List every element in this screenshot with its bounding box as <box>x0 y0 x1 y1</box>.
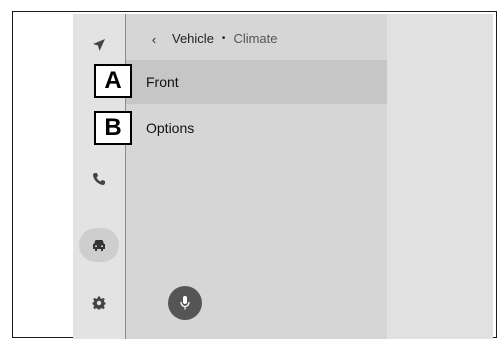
menu-item-options[interactable]: Options <box>126 106 387 150</box>
back-button[interactable]: ‹ <box>144 29 164 49</box>
infotainment-screen: ‹ Vehicle • Climate Front Options <box>73 14 493 339</box>
sidebar <box>73 14 126 339</box>
menu-item-front[interactable]: Front <box>126 60 387 104</box>
menu-item-label: Front <box>146 74 179 90</box>
breadcrumb: Vehicle • Climate <box>172 31 278 46</box>
phone-button[interactable] <box>79 162 119 196</box>
settings-button[interactable] <box>79 286 119 320</box>
right-panel <box>387 14 493 339</box>
phone-icon <box>93 173 105 185</box>
main-panel: ‹ Vehicle • Climate Front Options <box>126 14 387 339</box>
gear-icon <box>92 296 106 310</box>
microphone-icon <box>180 296 190 310</box>
chevron-left-icon: ‹ <box>151 31 157 47</box>
breadcrumb-parent[interactable]: Vehicle <box>172 31 214 46</box>
vehicle-button[interactable] <box>79 228 119 262</box>
car-icon <box>93 240 105 251</box>
menu-item-label: Options <box>146 120 195 136</box>
breadcrumb-separator: • <box>221 33 226 44</box>
navigation-icon <box>93 39 105 51</box>
navigation-button[interactable] <box>79 28 119 62</box>
callout-a: A <box>94 64 132 98</box>
voice-button[interactable] <box>168 286 202 320</box>
breadcrumb-current: Climate <box>233 31 278 46</box>
callout-b: B <box>94 111 132 145</box>
